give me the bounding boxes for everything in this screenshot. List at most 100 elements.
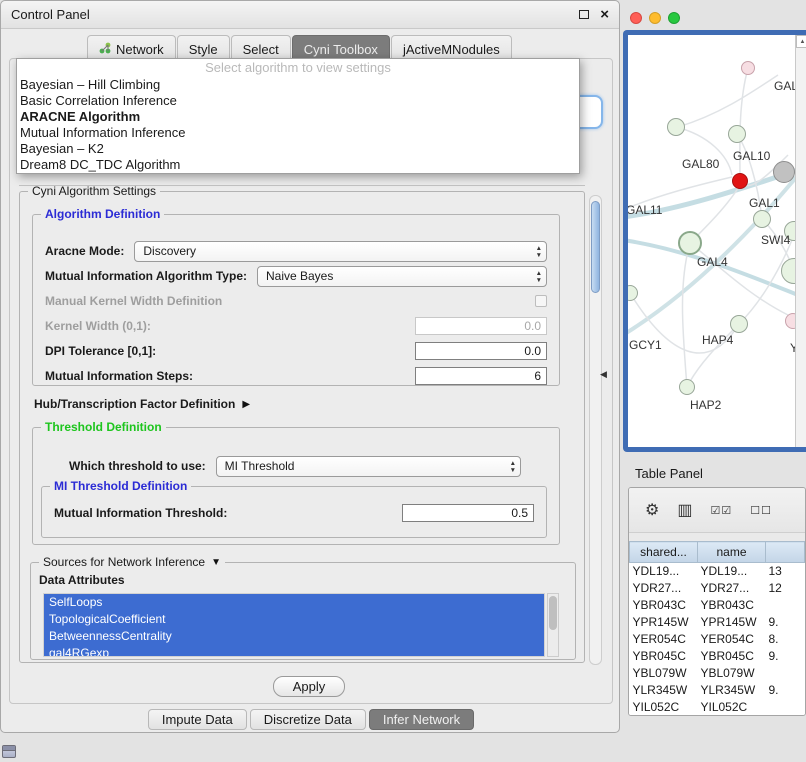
hub-definition-expander[interactable]: Hub/Transcription Factor Definition ▶ [34, 397, 250, 411]
stepper-icon: ▲▼ [510, 460, 516, 474]
tab-label: Network [116, 42, 164, 57]
mi-threshold-definition-group: MI Threshold Definition Mutual Informati… [41, 486, 547, 538]
control-panel-titlebar: Control Panel × [1, 1, 619, 29]
settings-scrollbar[interactable] [589, 195, 602, 665]
scrollbar-thumb[interactable] [549, 596, 557, 630]
gear-icon[interactable]: ⚙ [645, 500, 659, 520]
table-row[interactable]: YPR145WYPR145W9. [630, 614, 805, 631]
table-panel-title: Table Panel [635, 466, 703, 481]
bottom-tabs: Impute Data Discretize Data Infer Networ… [1, 709, 621, 730]
tab-select[interactable]: Select [231, 35, 291, 59]
chevron-down-icon: ▼ [211, 557, 221, 568]
aracne-mode-select[interactable]: Discovery ▲▼ [134, 241, 547, 262]
network-node[interactable] [728, 125, 746, 143]
node-label: GAL1 [749, 196, 780, 210]
mi-threshold-field[interactable]: 0.5 [402, 504, 534, 522]
table-row[interactable]: YDL19...YDL19...13 [630, 563, 805, 580]
zoom-traffic-light[interactable] [668, 12, 680, 24]
menu-item[interactable]: ARACNE Algorithm [17, 109, 579, 125]
aracne-mode-label: Aracne Mode: [45, 244, 124, 258]
tab-impute-data[interactable]: Impute Data [148, 709, 247, 730]
table-header-row: shared... name [630, 542, 805, 563]
menu-item[interactable]: Dream8 DC_TDC Algorithm [17, 157, 579, 173]
threshold-definition-group: Threshold Definition Which threshold to … [32, 427, 560, 545]
table-row[interactable]: YBL079WYBL079W [630, 665, 805, 682]
scrollbar-thumb[interactable] [591, 201, 600, 293]
tab-label: Cyni Toolbox [304, 42, 378, 57]
network-node[interactable] [785, 313, 795, 329]
network-node[interactable] [730, 315, 748, 333]
dpi-tolerance-field[interactable]: 0.0 [415, 342, 547, 360]
list-scrollbar[interactable] [547, 593, 559, 657]
mi-type-select[interactable]: Naive Bayes ▲▼ [257, 266, 547, 287]
table-row[interactable]: YER054CYER054C8. [630, 631, 805, 648]
window-titlebar[interactable] [623, 6, 806, 30]
select-all-checkboxes-icon[interactable]: ☑☑ [710, 504, 732, 517]
data-attributes-list: SelfLoops TopologicalCoefficient Between… [43, 593, 545, 657]
menu-item[interactable]: Bayesian – Hill Climbing [17, 77, 579, 93]
columns-icon[interactable]: ▥ [677, 500, 692, 520]
algorithm-dropdown-popup: Select algorithm to view settings Bayesi… [16, 58, 580, 174]
control-panel: Control Panel × Network Style Select Cyn… [0, 0, 620, 733]
network-node[interactable] [732, 173, 748, 189]
screen: Control Panel × Network Style Select Cyn… [0, 0, 806, 762]
tab-cyni-toolbox[interactable]: Cyni Toolbox [292, 35, 390, 59]
list-item[interactable]: SelfLoops [44, 594, 544, 611]
group-title: MI Threshold Definition [50, 479, 191, 493]
table-row[interactable]: YBR043CYBR043C [630, 597, 805, 614]
group-title: Cyni Algorithm Settings [28, 184, 160, 198]
tab-label: Style [189, 42, 218, 57]
network-tab-icon [99, 42, 111, 57]
kernel-width-label: Kernel Width (0,1): [45, 319, 151, 333]
table-row[interactable]: YDR27...YDR27...12 [630, 580, 805, 597]
mi-steps-field[interactable]: 6 [415, 367, 547, 385]
table-row[interactable]: YBR045CYBR045C9. [630, 648, 805, 665]
which-threshold-label: Which threshold to use: [69, 459, 206, 473]
network-node[interactable] [678, 231, 702, 255]
column-header[interactable]: shared... [630, 542, 698, 563]
close-traffic-light[interactable] [630, 12, 642, 24]
column-header[interactable]: name [698, 542, 766, 563]
group-border-remnant [19, 185, 585, 186]
network-node[interactable] [753, 210, 771, 228]
panel-collapse-arrow[interactable]: ◀ [600, 369, 607, 380]
list-item[interactable]: BetweennessCentrality [44, 628, 544, 645]
node-label: GAL10 [733, 149, 770, 163]
scroll-up-arrow[interactable]: ▲ [796, 35, 806, 48]
column-header[interactable] [766, 542, 805, 563]
manual-kernel-checkbox[interactable] [535, 295, 547, 307]
node-table: shared... name YDL19...YDL19...13 YDR27.… [629, 541, 805, 716]
minimize-traffic-light[interactable] [649, 12, 661, 24]
tab-style[interactable]: Style [177, 35, 230, 59]
kernel-width-field[interactable]: 0.0 [415, 317, 547, 335]
restore-panel-icon[interactable] [2, 745, 16, 758]
node-label: SWI4 [761, 233, 790, 247]
tab-label: jActiveMNodules [403, 42, 500, 57]
chevron-right-icon: ▶ [242, 399, 250, 410]
table-row[interactable]: YLR345WYLR345W9. [630, 682, 805, 699]
which-threshold-select[interactable]: MI Threshold ▲▼ [216, 456, 521, 477]
menu-item[interactable]: Bayesian – K2 [17, 141, 579, 157]
tab-network[interactable]: Network [87, 35, 176, 59]
deselect-all-checkboxes-icon[interactable]: ☐☐ [750, 504, 772, 517]
menu-item[interactable]: Basic Correlation Inference [17, 93, 579, 109]
sources-expander[interactable]: Sources for Network Inference ▼ [39, 555, 225, 569]
table-row[interactable]: YIL052CYIL052C [630, 699, 805, 716]
network-scrollbar[interactable]: ▲ [795, 35, 806, 447]
network-node[interactable] [679, 379, 695, 395]
group-title: Threshold Definition [41, 420, 166, 434]
apply-button[interactable]: Apply [273, 676, 345, 697]
list-item[interactable]: gal4RGexp [44, 645, 544, 657]
algorithm-definition-group: Algorithm Definition Aracne Mode: Discov… [32, 214, 560, 386]
network-node[interactable] [667, 118, 685, 136]
menu-item[interactable]: Mutual Information Inference [17, 125, 579, 141]
float-panel-icon[interactable] [579, 10, 589, 19]
network-canvas[interactable]: GAL GAL80 GAL10 GAL11 GAL1 SWI4 GAL4 GCY… [628, 35, 795, 447]
list-item[interactable]: TopologicalCoefficient [44, 611, 544, 628]
network-node[interactable] [773, 161, 795, 183]
tab-jactivemnodules[interactable]: jActiveMNodules [391, 35, 512, 59]
close-icon[interactable]: × [600, 9, 609, 21]
network-node[interactable] [741, 61, 755, 75]
tab-discretize-data[interactable]: Discretize Data [250, 709, 366, 730]
tab-infer-network[interactable]: Infer Network [369, 709, 474, 730]
